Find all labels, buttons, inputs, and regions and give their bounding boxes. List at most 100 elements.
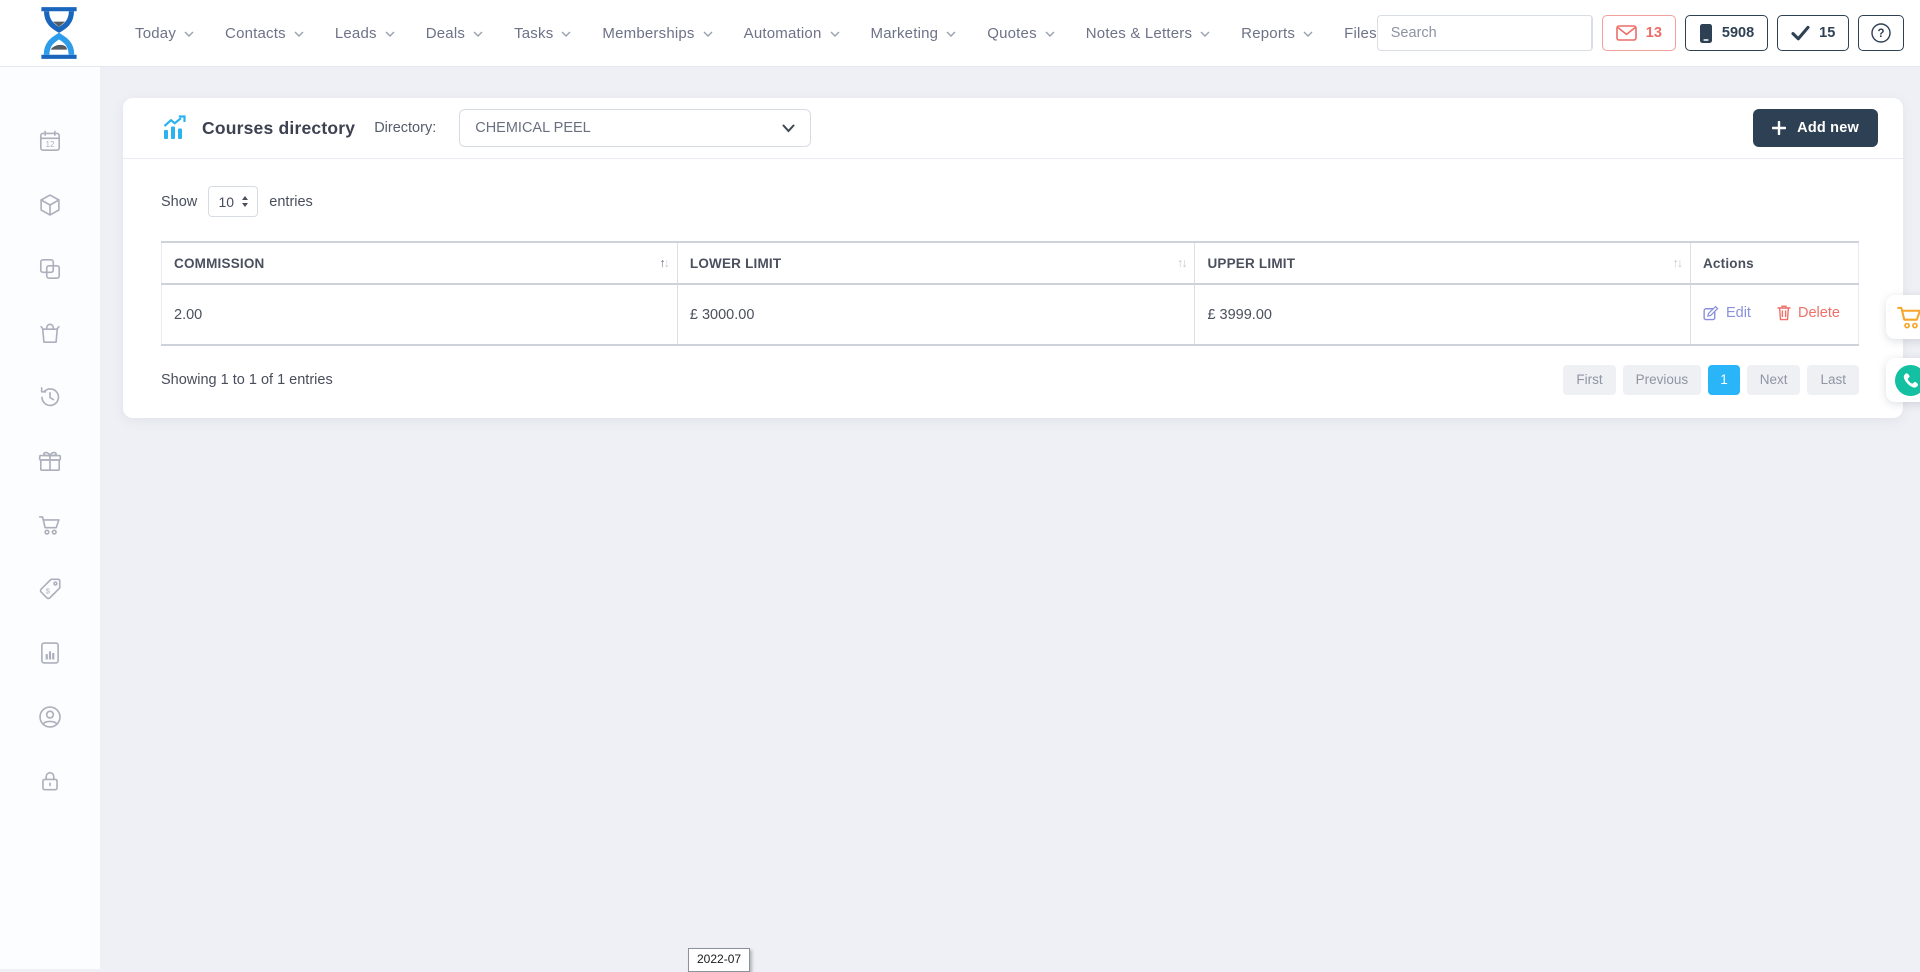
nav-label: Today	[135, 25, 176, 42]
sidebar-item-lock[interactable]	[37, 768, 63, 794]
svg-text:12: 12	[45, 140, 55, 149]
column-header-commission[interactable]: COMMISSION ↑↓	[162, 242, 678, 284]
sort-icon: ↑↓	[1672, 256, 1681, 270]
nav-item-leads[interactable]: Leads	[335, 25, 395, 42]
floating-cart-widget[interactable]	[1886, 295, 1920, 339]
courses-directory-panel: Courses directory Directory: CHEMICAL PE…	[123, 98, 1903, 418]
app-logo[interactable]	[30, 4, 88, 62]
nav-label: Quotes	[987, 25, 1037, 42]
pagination-next[interactable]: Next	[1747, 365, 1801, 395]
nav-label: Memberships	[602, 25, 694, 42]
sidebar-item-price-tag[interactable]: $	[37, 576, 63, 602]
edit-button[interactable]: Edit	[1703, 305, 1751, 321]
chevron-down-icon	[830, 31, 840, 38]
page-length-value: 10	[218, 194, 234, 210]
chart-growth-icon	[161, 115, 187, 141]
nav-label: Leads	[335, 25, 377, 42]
tasks-badge[interactable]: 15	[1777, 15, 1849, 51]
messages-count: 13	[1646, 25, 1662, 41]
help-button[interactable]: ?	[1858, 15, 1904, 51]
chevron-down-icon	[184, 31, 194, 38]
pagination-previous[interactable]: Previous	[1623, 365, 1702, 395]
nav-label: Reports	[1241, 25, 1295, 42]
phone-circle	[1895, 365, 1920, 396]
pagination-last[interactable]: Last	[1807, 365, 1859, 395]
sidebar-item-products[interactable]	[37, 192, 63, 218]
nav-item-today[interactable]: Today	[135, 25, 194, 42]
search-icon	[1592, 23, 1593, 43]
nav-label: Notes & Letters	[1086, 25, 1192, 42]
column-header-upper-limit[interactable]: UPPER LIMIT ↑↓	[1195, 242, 1691, 284]
sidebar-item-history[interactable]	[37, 384, 63, 410]
delete-button[interactable]: Delete	[1777, 304, 1840, 321]
price-tag-icon: $	[37, 576, 63, 602]
cell-actions: Edit Delete	[1690, 284, 1858, 345]
nav-item-contacts[interactable]: Contacts	[225, 25, 304, 42]
top-right-cluster: 13 5908 15 ? LONDON SUPPORT	[1377, 13, 1920, 54]
pagination-first[interactable]: First	[1563, 365, 1615, 395]
chevron-down-icon	[561, 31, 571, 38]
sidebar-item-account[interactable]	[37, 704, 63, 730]
sort-icon: ↑↓	[659, 256, 668, 270]
nav-label: Files	[1344, 25, 1377, 42]
nav-item-notes-letters[interactable]: Notes & Letters	[1086, 25, 1210, 42]
history-icon	[37, 384, 63, 410]
table-summary: Showing 1 to 1 of 1 entries	[161, 372, 333, 388]
svg-text:$: $	[46, 586, 51, 595]
messages-badge[interactable]: 13	[1602, 15, 1676, 51]
phone-icon	[1902, 372, 1919, 389]
sidebar-item-shopping-bag[interactable]	[37, 320, 63, 346]
phone-badge[interactable]: 5908	[1685, 15, 1768, 51]
sidebar-item-gift[interactable]	[37, 448, 63, 474]
hourglass-logo-icon	[30, 4, 88, 62]
floating-phone-widget[interactable]	[1886, 358, 1920, 402]
sort-icon: ↑↓	[1177, 256, 1186, 270]
svg-text:?: ?	[1878, 28, 1885, 40]
calendar-icon: 12	[37, 128, 63, 154]
directory-selected-value: CHEMICAL PEEL	[475, 120, 591, 136]
nav-item-deals[interactable]: Deals	[426, 25, 483, 42]
trash-icon	[1777, 304, 1791, 321]
column-header-lower-limit[interactable]: LOWER LIMIT ↑↓	[677, 242, 1195, 284]
nav-item-marketing[interactable]: Marketing	[871, 25, 957, 42]
select-spinner-icon	[242, 196, 248, 207]
pagination-page-1[interactable]: 1	[1708, 365, 1740, 395]
nav-label: Contacts	[225, 25, 286, 42]
sidebar-item-calendar[interactable]: 12	[37, 128, 63, 154]
envelope-icon	[1616, 25, 1637, 41]
nav-item-files[interactable]: Files	[1344, 25, 1377, 42]
cart-icon	[37, 512, 63, 538]
nav-item-tasks[interactable]: Tasks	[514, 25, 571, 42]
chevron-down-icon	[1045, 31, 1055, 38]
directory-select[interactable]: CHEMICAL PEEL	[459, 109, 811, 147]
chevron-down-icon	[782, 124, 795, 133]
table-row: 2.00 £ 3000.00 £ 3999.00 Edit	[162, 284, 1859, 345]
nav-item-automation[interactable]: Automation	[744, 25, 840, 42]
nav-item-quotes[interactable]: Quotes	[987, 25, 1055, 42]
left-sidebar: 12	[0, 66, 100, 969]
smartphone-icon	[1699, 23, 1713, 44]
table-footer: Showing 1 to 1 of 1 entries First Previo…	[161, 365, 1859, 395]
lock-icon	[37, 768, 63, 794]
page-title: Courses directory	[202, 118, 355, 139]
sidebar-item-pages[interactable]	[37, 256, 63, 282]
show-label: Show	[161, 194, 197, 210]
sidebar-item-cart[interactable]	[37, 512, 63, 538]
nav-item-reports[interactable]: Reports	[1241, 25, 1313, 42]
courses-table: COMMISSION ↑↓ LOWER LIMIT ↑↓ UPPER LIMIT…	[161, 241, 1859, 346]
search-button[interactable]	[1591, 16, 1593, 50]
cell-upper-limit: £ 3999.00	[1195, 284, 1691, 345]
entries-label: entries	[269, 194, 313, 210]
user-circle-icon	[37, 704, 63, 730]
search-input[interactable]	[1378, 16, 1591, 50]
cart-icon	[1896, 304, 1920, 330]
nav-item-memberships[interactable]: Memberships	[602, 25, 712, 42]
page-length-select[interactable]: 10	[208, 186, 258, 217]
help-icon: ?	[1870, 22, 1892, 44]
sidebar-item-reports[interactable]	[37, 640, 63, 666]
add-new-button[interactable]: Add new	[1753, 109, 1878, 147]
gift-icon	[37, 448, 63, 474]
package-icon	[37, 192, 63, 218]
report-chart-icon	[37, 640, 63, 666]
top-bar: Today Contacts Leads Deals Tasks Members…	[0, 0, 1920, 66]
